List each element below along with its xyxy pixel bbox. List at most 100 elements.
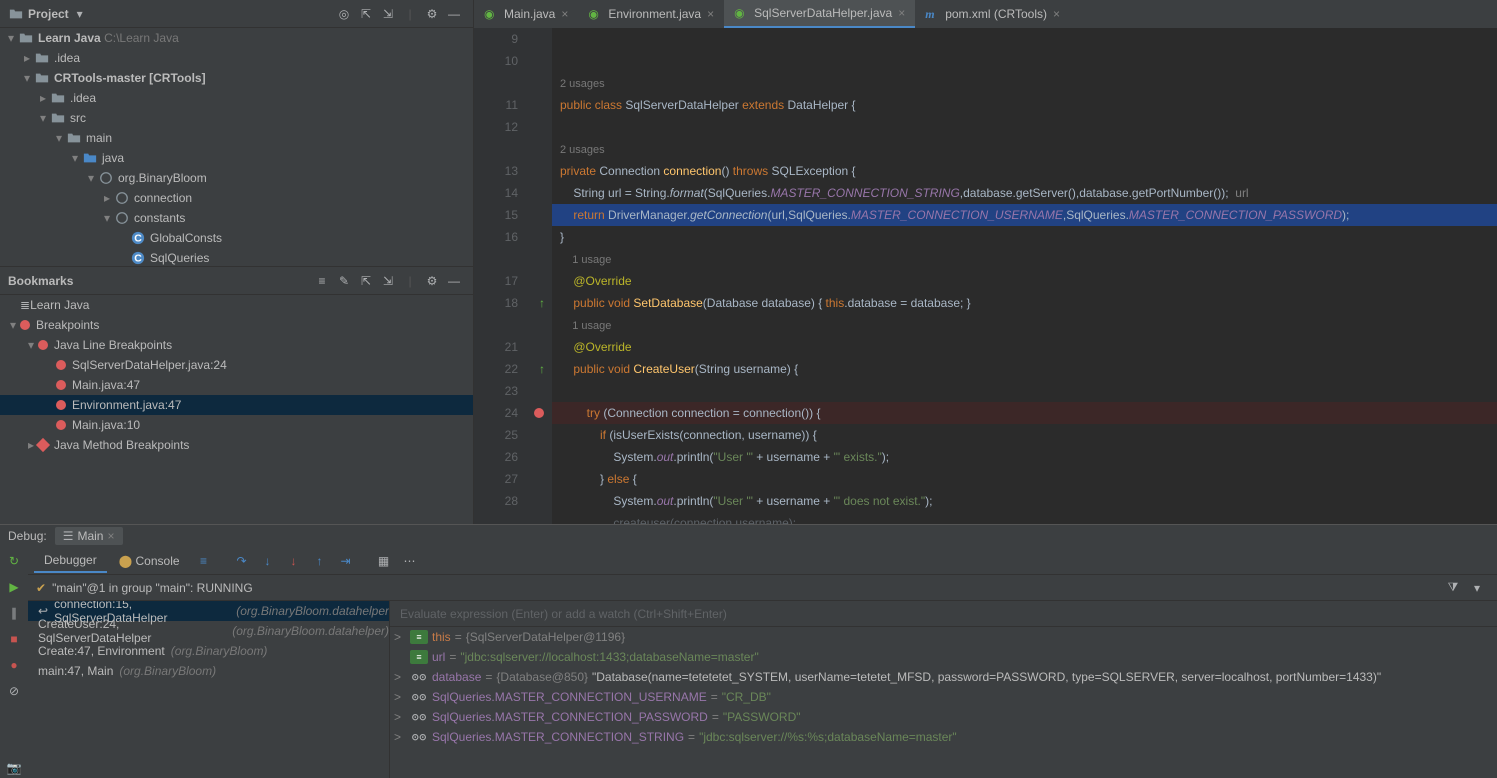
variable-row[interactable]: >⊙⊙SqlQueries.MASTER_CONNECTION_USERNAME… [390,687,1497,707]
variable-row[interactable]: >⊙⊙SqlQueries.MASTER_CONNECTION_PASSWORD… [390,707,1497,727]
bookmarks-tree[interactable]: ≣Learn Java▾Breakpoints▾Java Line Breakp… [0,295,473,524]
chevron-down-icon[interactable]: ▾ [69,3,91,25]
debugger-tab[interactable]: Debugger [34,549,107,573]
tree-node[interactable]: ▸.idea [0,48,473,68]
debug-titlebar: Debug: ☰ Main × [0,525,1497,547]
tree-node[interactable]: ▾org.BinaryBloom [0,168,473,188]
collapse-all-icon[interactable]: ⇲ [377,270,399,292]
tab-label: pom.xml (CRTools) [945,7,1047,21]
divider: | [399,3,421,25]
tree-node[interactable]: ▾main [0,128,473,148]
tree-node[interactable]: CGlobalConsts [0,228,473,248]
bookmark-node[interactable]: Environment.java:47 [0,395,473,415]
editor-tab[interactable]: mpom.xml (CRTools)× [915,0,1070,28]
step-into-icon[interactable]: ↓ [256,549,280,573]
editor-gutter-icons: ↑↑ [532,28,552,524]
locate-icon[interactable]: ◎ [333,3,355,25]
tree-node[interactable]: ▾java [0,148,473,168]
expand-all-icon[interactable]: ⇱ [355,270,377,292]
bookmark-node[interactable]: SqlServerDataHelper.java:24 [0,355,473,375]
debug-run-tab-label: Main [77,529,103,543]
variable-row[interactable]: >⊙⊙SqlQueries.MASTER_CONNECTION_STRING =… [390,727,1497,747]
folder-icon [8,6,24,22]
gear-icon[interactable]: ⚙ [421,270,443,292]
expand-all-icon[interactable]: ⇱ [355,3,377,25]
project-tool-window: Project ▾ ◎ ⇱ ⇲ | ⚙ — ▾Learn Java C:\Lea… [0,0,473,266]
variables-panel[interactable]: Evaluate expression (Enter) or add a wat… [390,601,1497,778]
hide-icon[interactable]: — [443,270,465,292]
more-icon[interactable]: ⋯ [398,549,422,573]
check-icon: ✔ [36,581,46,595]
hide-icon[interactable]: — [443,3,465,25]
close-icon[interactable]: × [898,6,905,20]
bookmark-node[interactable]: ▾Java Line Breakpoints [0,335,473,355]
tab-label: Main.java [504,7,555,21]
tree-node[interactable]: ▸.idea [0,88,473,108]
thread-status-label[interactable]: "main"@1 in group "main": RUNNING [52,581,253,595]
editor-tabs: ◉Main.java×◉Environment.java×◉SqlServerD… [474,0,1497,28]
variable-row[interactable]: >⊙⊙database = {Database@850} "Database(n… [390,667,1497,687]
evaluate-icon[interactable]: ▦ [372,549,396,573]
bookmark-node[interactable]: ▾Breakpoints [0,315,473,335]
run-icon: ☰ [63,529,74,543]
close-icon[interactable]: × [707,7,714,21]
gear-icon[interactable]: ⚙ [421,3,443,25]
close-icon[interactable]: × [1053,7,1060,21]
thread-dump-icon[interactable]: ≡ [192,549,216,573]
evaluate-expression-input[interactable]: Evaluate expression (Enter) or add a wat… [390,601,1497,627]
editor-body[interactable]: 91011121314151617182122232425262728 ↑↑ 2… [474,28,1497,524]
sort-icon[interactable]: ≡ [311,270,333,292]
close-icon[interactable]: × [561,7,568,21]
collapse-all-icon[interactable]: ⇲ [377,3,399,25]
stop-icon[interactable]: ■ [4,629,24,649]
pause-icon[interactable]: ∥ [4,603,24,623]
console-tab[interactable]: ⬤ Console [109,550,190,572]
camera-icon[interactable]: 📷 [4,758,24,778]
divider: | [399,270,421,292]
editor-area: ◉Main.java×◉Environment.java×◉SqlServerD… [474,0,1497,524]
chevron-down-icon[interactable]: ▾ [1465,576,1489,600]
thread-selector-row: ✔ "main"@1 in group "main": RUNNING ⧩ ▾ [28,575,1497,601]
variable-row[interactable]: ≡url = "jdbc:sqlserver://localhost:1433;… [390,647,1497,667]
tree-node[interactable]: ▾src [0,108,473,128]
editor-gutter[interactable]: 91011121314151617182122232425262728 [474,28,532,524]
mute-breakpoints-icon[interactable]: ⊘ [4,681,24,701]
bookmark-node[interactable]: ≣Learn Java [0,295,473,315]
view-breakpoints-icon[interactable]: ● [4,655,24,675]
bookmark-node[interactable]: ▸Java Method Breakpoints [0,435,473,455]
variables-list: >≡this = {SqlServerDataHelper@1196}≡url … [390,627,1497,747]
tab-label: SqlServerDataHelper.java [754,6,892,20]
tab-label: Environment.java [608,7,701,21]
tree-node[interactable]: ▾constants [0,208,473,228]
editor-tab[interactable]: ◉SqlServerDataHelper.java× [724,0,915,28]
rerun-icon[interactable]: ↻ [4,551,24,571]
step-over-icon[interactable]: ↷ [230,549,254,573]
project-tree[interactable]: ▾Learn Java C:\Learn Java▸.idea▾CRTools-… [0,28,473,266]
project-panel-title: Project [28,7,69,21]
close-icon[interactable]: × [107,529,114,543]
tree-node[interactable]: ▾CRTools-master [CRTools] [0,68,473,88]
stack-frame[interactable]: CreateUser:24, SqlServerDataHelper (org.… [28,621,389,641]
force-step-into-icon[interactable]: ↓ [282,549,306,573]
bookmark-node[interactable]: Main.java:10 [0,415,473,435]
tree-node[interactable]: CSqlQueries [0,248,473,266]
variable-row[interactable]: >≡this = {SqlServerDataHelper@1196} [390,627,1497,647]
bookmark-node[interactable]: Main.java:47 [0,375,473,395]
svg-text:C: C [134,233,142,245]
debug-label: Debug: [8,529,47,543]
bookmarks-panel-title: Bookmarks [8,274,73,288]
edit-icon[interactable]: ✎ [333,270,355,292]
stack-frame[interactable]: main:47, Main (org.BinaryBloom) [28,661,389,681]
editor-tab[interactable]: ◉Main.java× [474,0,578,28]
frames-panel[interactable]: ↩connection:15, SqlServerDataHelper (org… [28,601,390,778]
filter-icon[interactable]: ⧩ [1441,576,1465,600]
run-to-cursor-icon[interactable]: ⇥ [334,549,358,573]
step-out-icon[interactable]: ↑ [308,549,332,573]
tree-root[interactable]: ▾Learn Java C:\Learn Java [0,28,473,48]
stack-frame[interactable]: Create:47, Environment (org.BinaryBloom) [28,641,389,661]
editor-code[interactable]: 2 usagespublic class SqlServerDataHelper… [552,28,1497,524]
editor-tab[interactable]: ◉Environment.java× [578,0,724,28]
tree-node[interactable]: ▸connection [0,188,473,208]
resume-icon[interactable]: ▶ [4,577,24,597]
debug-run-tab[interactable]: ☰ Main × [55,527,123,545]
